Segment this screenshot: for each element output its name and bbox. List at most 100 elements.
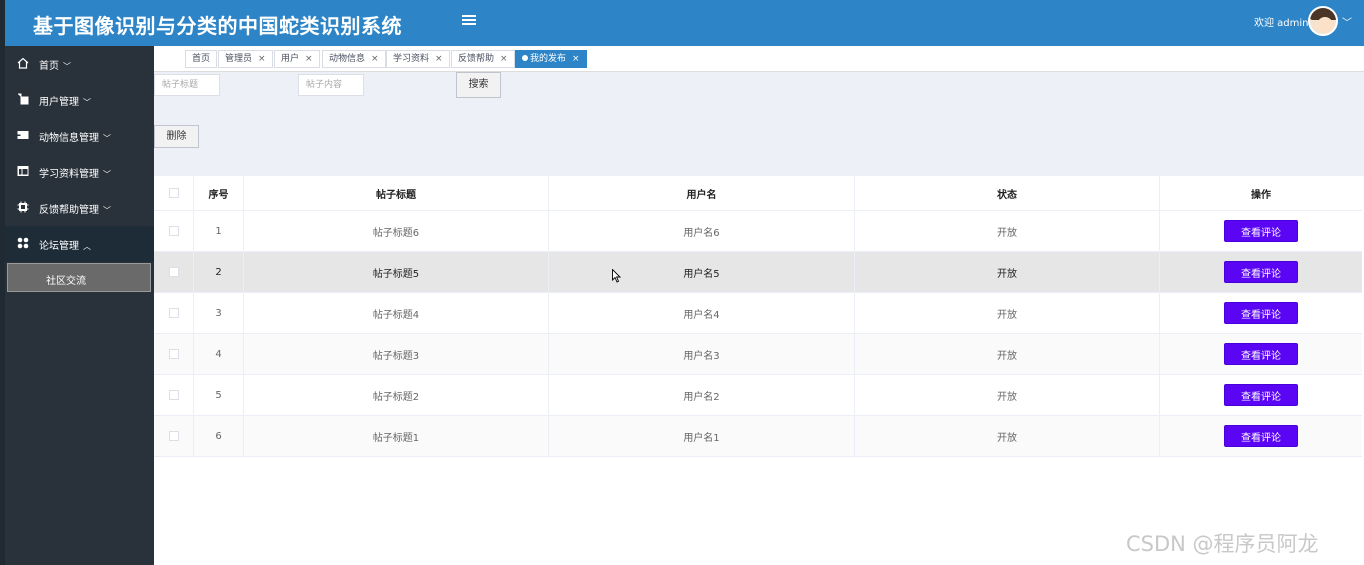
close-icon[interactable]: × [258, 54, 266, 64]
tab-my-posts[interactable]: 我的发布 × [515, 50, 587, 68]
close-icon[interactable]: × [572, 54, 580, 64]
active-dot-icon [522, 55, 528, 61]
close-icon[interactable]: × [305, 54, 313, 64]
tab-label: 动物信息 [329, 54, 366, 64]
chevron-down-icon: ﹀ [63, 62, 71, 71]
sidebar-item-label: 论坛管理 [39, 241, 79, 252]
row-index: 2 [194, 252, 244, 292]
delete-button[interactable]: 删除 [154, 125, 199, 148]
row-username: 用户名6 [549, 211, 855, 251]
row-select-cell [154, 375, 194, 415]
row-title: 帖子标题5 [244, 252, 549, 292]
view-comments-button[interactable]: 查看评论 [1224, 220, 1298, 242]
row-action-cell: 查看评论 [1160, 416, 1362, 456]
sidebar-item-label: 用户管理 [39, 97, 79, 108]
watermark: CSDN @程序员阿龙 [1126, 532, 1319, 556]
row-select-cell [154, 334, 194, 374]
view-comments-button[interactable]: 查看评论 [1224, 384, 1298, 406]
view-comments-button[interactable]: 查看评论 [1224, 302, 1298, 324]
menu-toggle-icon[interactable] [462, 13, 476, 29]
row-checkbox[interactable] [168, 308, 179, 318]
select-all-checkbox[interactable] [168, 188, 179, 198]
home-icon [17, 57, 29, 69]
app-title: 基于图像识别与分类的中国蛇类识别系统 [33, 14, 402, 38]
row-checkbox[interactable] [168, 349, 179, 359]
tab-animal-info[interactable]: 动物信息 × [322, 50, 386, 68]
row-index: 1 [194, 211, 244, 251]
sidebar: 首页 ﹀ 用户管理 ﹀ 动物信息管理 ﹀ 学习资料管理 ﹀ 反馈帮助管理 ﹀ 论坛管理 ︿ … [5, 46, 154, 565]
sidebar-item-study-material[interactable]: 学习资料管理 ﹀ [5, 154, 154, 190]
table-row: 6 帖子标题1 用户名1 开放 查看评论 [154, 416, 1362, 457]
row-title: 帖子标题1 [244, 416, 549, 456]
chevron-down-icon[interactable]: ﹀ [1342, 14, 1352, 29]
close-icon[interactable]: × [500, 54, 508, 64]
tab-admin[interactable]: 管理员 × [218, 50, 273, 68]
sidebar-item-home[interactable]: 首页 ﹀ [5, 46, 154, 82]
row-action-cell: 查看评论 [1160, 293, 1362, 333]
search-button[interactable]: 搜索 [456, 72, 501, 98]
sidebar-item-animal-info[interactable]: 动物信息管理 ﹀ [5, 118, 154, 154]
avatar[interactable] [1308, 6, 1338, 36]
animal-info-icon [17, 131, 29, 139]
sidebar-subitem-label: 社区交流 [46, 276, 86, 287]
row-checkbox[interactable] [168, 390, 179, 400]
tab-label: 我的发布 [530, 54, 567, 64]
chevron-down-icon: ﹀ [103, 134, 111, 143]
view-comments-button[interactable]: 查看评论 [1224, 261, 1298, 283]
post-content-input[interactable]: 帖子内容 [298, 74, 364, 96]
row-status: 开放 [855, 334, 1160, 374]
chevron-up-icon: ︿ [83, 242, 91, 251]
sidebar-subitem-community[interactable]: 社区交流 [7, 263, 151, 292]
row-status: 开放 [855, 211, 1160, 251]
sidebar-item-label: 反馈帮助管理 [39, 205, 99, 216]
row-action-cell: 查看评论 [1160, 375, 1362, 415]
sidebar-item-forum[interactable]: 论坛管理 ︿ [5, 226, 154, 262]
row-action-cell: 查看评论 [1160, 211, 1362, 251]
row-title: 帖子标题6 [244, 211, 549, 251]
table-row: 1 帖子标题6 用户名6 开放 查看评论 [154, 211, 1362, 252]
sidebar-item-label: 学习资料管理 [39, 169, 99, 180]
row-title: 帖子标题3 [244, 334, 549, 374]
row-index: 5 [194, 375, 244, 415]
sidebar-item-label: 首页 [39, 61, 59, 72]
row-username: 用户名5 [549, 252, 855, 292]
tab-feedback[interactable]: 反馈帮助 × [451, 50, 515, 68]
table-row: 5 帖子标题2 用户名2 开放 查看评论 [154, 375, 1362, 416]
table-row: 2 帖子标题5 用户名5 开放 查看评论 [154, 252, 1362, 293]
column-header: 用户名 [549, 176, 855, 210]
tab-label: 管理员 [225, 54, 253, 64]
view-comments-button[interactable]: 查看评论 [1224, 343, 1298, 365]
column-header: 帖子标题 [244, 176, 549, 210]
column-header: 序号 [194, 176, 244, 210]
sidebar-item-feedback[interactable]: 反馈帮助管理 ﹀ [5, 190, 154, 226]
view-comments-button[interactable]: 查看评论 [1224, 425, 1298, 447]
row-checkbox[interactable] [168, 226, 179, 236]
tab-home[interactable]: 首页 [185, 50, 218, 68]
tab-user[interactable]: 用户 × [274, 50, 320, 68]
row-username: 用户名1 [549, 416, 855, 456]
tab-label: 用户 [281, 54, 300, 64]
row-select-cell [154, 211, 194, 251]
close-icon[interactable]: × [435, 54, 443, 64]
table-row: 3 帖子标题4 用户名4 开放 查看评论 [154, 293, 1362, 334]
tab-label: 首页 [192, 54, 211, 64]
tab-label: 学习资料 [393, 54, 430, 64]
row-checkbox[interactable] [168, 267, 179, 277]
row-username: 用户名3 [549, 334, 855, 374]
row-status: 开放 [855, 293, 1160, 333]
row-username: 用户名4 [549, 293, 855, 333]
column-header: 状态 [855, 176, 1160, 210]
row-action-cell: 查看评论 [1160, 252, 1362, 292]
row-select-cell [154, 252, 194, 292]
user-manage-icon [18, 93, 29, 105]
tab-study-material[interactable]: 学习资料 × [386, 50, 450, 68]
post-title-input[interactable]: 帖子标题 [154, 74, 220, 96]
sidebar-item-user-management[interactable]: 用户管理 ﹀ [5, 82, 154, 118]
close-icon[interactable]: × [371, 54, 379, 64]
row-status: 开放 [855, 252, 1160, 292]
tab-label: 反馈帮助 [458, 54, 495, 64]
welcome-text: 欢迎 admin [1254, 18, 1309, 29]
row-status: 开放 [855, 375, 1160, 415]
row-title: 帖子标题2 [244, 375, 549, 415]
row-checkbox[interactable] [168, 431, 179, 441]
